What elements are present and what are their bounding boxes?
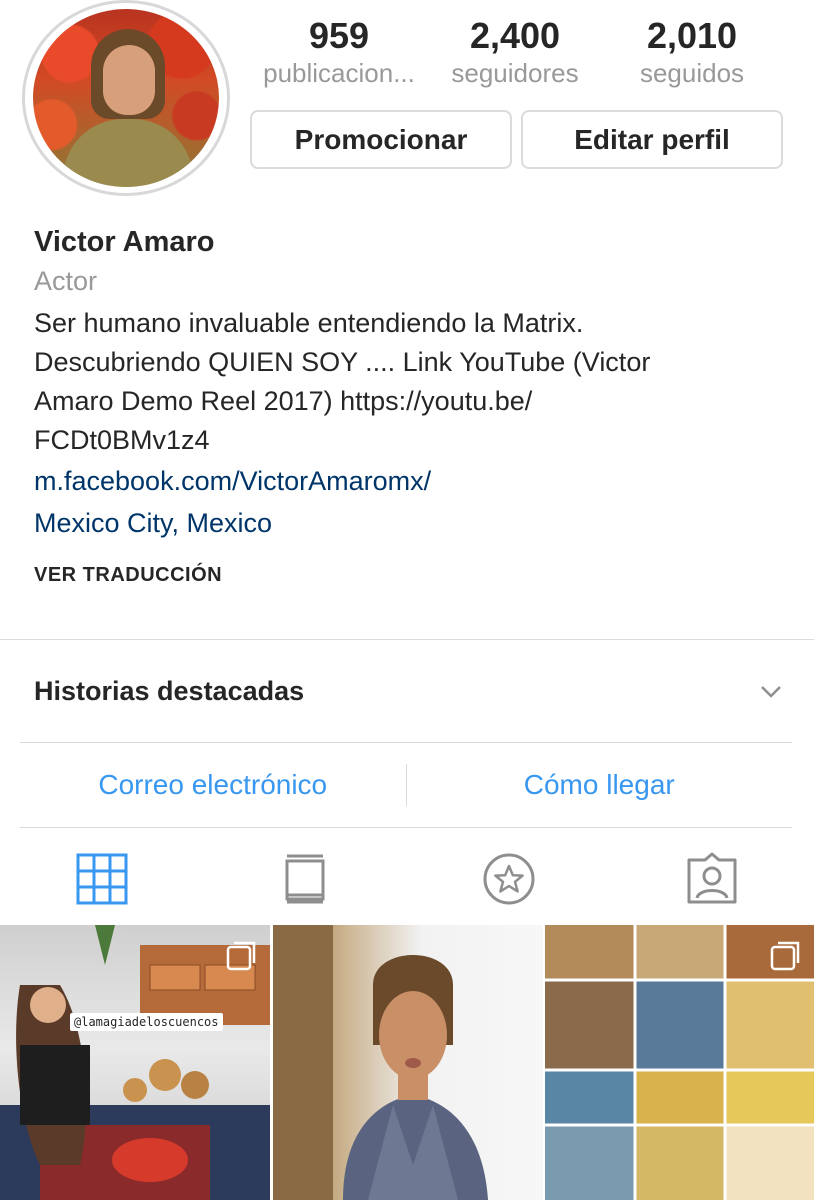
carousel-icon [770, 941, 800, 971]
avatar-body [63, 119, 193, 187]
profile-tabs [0, 838, 814, 920]
stat-following-count: 2,010 [646, 15, 738, 56]
bio-line: Descubriendo QUIEN SOY .... Link YouTube… [34, 347, 651, 377]
stat-followers[interactable]: 2,400 seguidores [438, 14, 592, 88]
profile-category: Actor [34, 266, 98, 296]
profile-avatar-ring[interactable] [22, 0, 230, 196]
avatar[interactable] [33, 9, 219, 187]
bio-line: FCDt0BMv1z4 [34, 425, 210, 455]
bio-line: Amaro Demo Reel 2017) https://youtu.be/ [34, 386, 533, 416]
post-thumbnail[interactable] [273, 925, 543, 1200]
posts-grid: @lamagiadeloscuencos [0, 925, 814, 1200]
chevron-down-icon[interactable] [760, 680, 782, 702]
stat-followers-count: 2,400 [469, 15, 561, 56]
stat-following[interactable]: 2,010 seguidos [622, 14, 762, 88]
post-thumbnail[interactable]: @lamagiadeloscuencos [0, 925, 270, 1200]
profile-bio: Victor Amaro Actor Ser humano invaluable… [34, 222, 794, 587]
tab-saved[interactable] [479, 849, 539, 909]
stat-posts[interactable]: 959 publicacion... [250, 14, 428, 88]
website-link[interactable]: m.facebook.com/VictorAmaromx/ [34, 460, 794, 502]
stat-posts-label: publicacion... [263, 58, 415, 88]
grid-icon [76, 853, 128, 905]
stat-followers-label: seguidores [451, 58, 579, 88]
stat-following-label: seguidos [639, 58, 745, 88]
location-link[interactable]: Mexico City, Mexico [34, 502, 794, 544]
stat-posts-count: 959 [308, 15, 370, 56]
contact-bar: Correo electrónico Cómo llegar [20, 742, 792, 828]
bio-line: Ser humano invaluable entendiendo la Mat… [34, 308, 584, 338]
section-divider [0, 639, 814, 640]
avatar-face [103, 45, 155, 115]
tv-icon [285, 854, 325, 904]
bio-text: Ser humano invaluable entendiendo la Mat… [34, 304, 794, 460]
post-2-image [273, 925, 488, 1200]
tagged-icon [687, 852, 737, 904]
tab-igtv[interactable] [275, 849, 335, 909]
profile-name: Victor Amaro [34, 226, 215, 258]
star-icon [483, 853, 535, 905]
directions-button[interactable]: Cómo llegar [407, 743, 793, 827]
story-highlights-header[interactable]: Historias destacadas [34, 670, 782, 712]
user-tag[interactable]: @lamagiadeloscuencos [70, 1013, 223, 1031]
edit-profile-button[interactable]: Editar perfil [521, 110, 783, 169]
email-button[interactable]: Correo electrónico [20, 743, 406, 827]
promote-button[interactable]: Promocionar [250, 110, 512, 169]
carousel-icon [226, 941, 256, 971]
tab-tagged[interactable] [682, 849, 742, 909]
tab-grid[interactable] [72, 849, 132, 909]
post-thumbnail[interactable] [545, 925, 814, 1200]
highlights-title: Historias destacadas [34, 675, 305, 706]
see-translation-button[interactable]: VER TRADUCCIÓN [34, 564, 794, 587]
